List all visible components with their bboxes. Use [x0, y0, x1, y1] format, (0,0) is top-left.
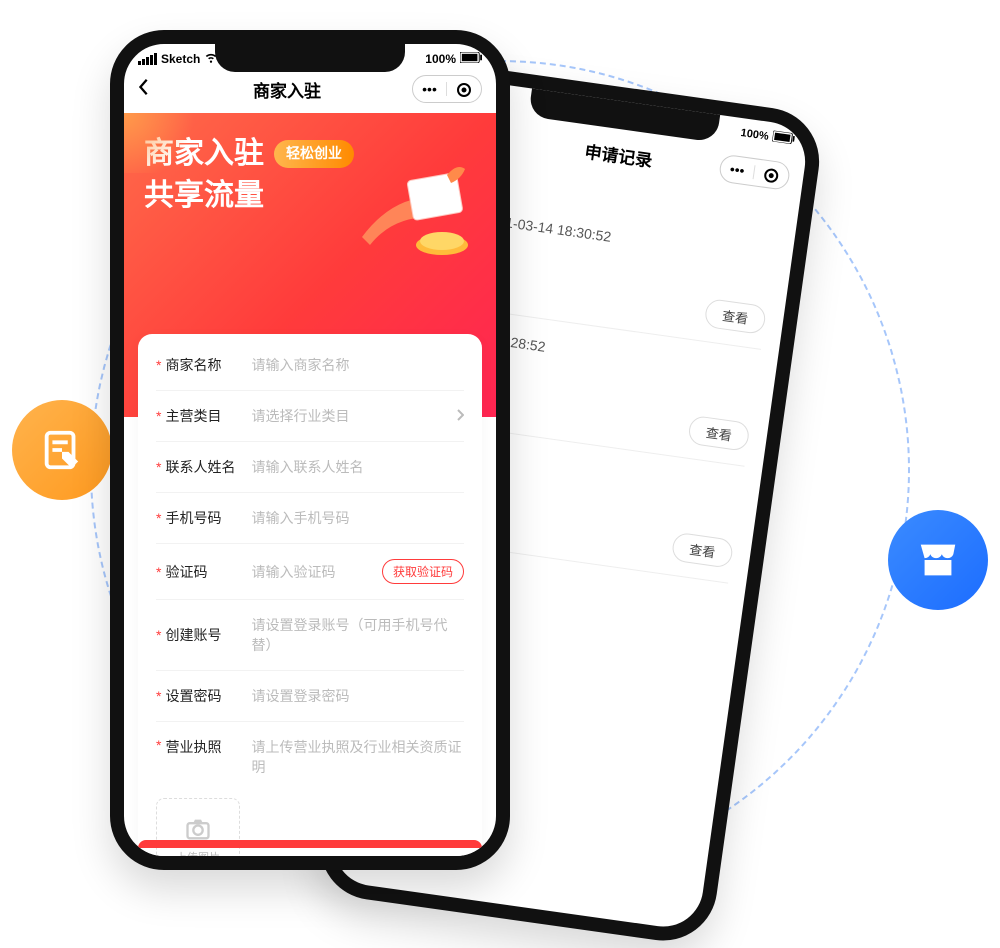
chevron-right-icon	[456, 408, 464, 424]
field-label: 验证码	[165, 562, 251, 582]
field-label: 创建账号	[165, 625, 251, 645]
field-contact-name[interactable]: * 联系人姓名 请输入联系人姓名	[156, 442, 464, 493]
field-password[interactable]: * 设置密码 请设置登录密码	[156, 671, 464, 722]
close-target-icon[interactable]	[447, 81, 481, 96]
required-mark: *	[156, 408, 161, 424]
field-verification-code[interactable]: * 验证码 请输入验证码 获取验证码	[156, 544, 464, 600]
required-mark: *	[156, 627, 161, 643]
mini-program-capsule[interactable]: •••	[412, 75, 482, 103]
field-placeholder[interactable]: 请选择行业类目	[251, 406, 456, 426]
page-title: 商家入驻	[162, 77, 412, 102]
field-placeholder[interactable]: 请输入手机号码	[251, 508, 464, 528]
field-placeholder[interactable]: 请输入联系人姓名	[251, 457, 464, 477]
store-badge-icon	[888, 510, 988, 610]
required-mark: *	[156, 459, 161, 475]
phone-frame-register: Sketch 100% 商家入驻 ••• 商家入驻 轻松创业 共享流量	[110, 30, 510, 870]
signal-icon	[138, 53, 157, 65]
field-account[interactable]: * 创建账号 请设置登录账号（可用手机号代替）	[156, 600, 464, 671]
battery-label: 100%	[425, 52, 456, 66]
more-icon[interactable]: •••	[413, 82, 447, 96]
field-placeholder[interactable]: 请输入商家名称	[251, 355, 464, 375]
nav-bar: 商家入驻 •••	[124, 69, 496, 113]
required-mark: *	[156, 737, 161, 753]
get-code-button[interactable]: 获取验证码	[382, 559, 464, 584]
hero-title-line2: 共享流量	[144, 175, 264, 217]
field-label: 商家名称	[165, 355, 251, 375]
edit-badge-icon	[12, 400, 112, 500]
field-label: 联系人姓名	[165, 457, 251, 477]
back-button[interactable]	[138, 78, 162, 100]
decorative-gradient	[124, 113, 204, 173]
battery-icon	[772, 130, 796, 147]
carrier-label: Sketch	[161, 52, 200, 66]
notch	[215, 42, 405, 72]
hero-pill: 轻松创业	[274, 140, 354, 168]
required-mark: *	[156, 688, 161, 704]
field-license: * 营业执照 请上传营业执照及行业相关资质证明	[156, 722, 464, 792]
view-button[interactable]: 查看	[704, 298, 767, 335]
close-target-icon[interactable]	[753, 165, 789, 185]
field-placeholder[interactable]: 请设置登录账号（可用手机号代替）	[251, 615, 464, 655]
required-mark: *	[156, 357, 161, 373]
camera-icon	[184, 815, 212, 843]
field-label: 设置密码	[165, 686, 251, 706]
view-button[interactable]: 查看	[671, 532, 734, 569]
field-placeholder: 请上传营业执照及行业相关资质证明	[251, 737, 464, 777]
upload-image-button[interactable]: 上传图片	[156, 798, 240, 870]
more-icon[interactable]: •••	[720, 161, 756, 180]
register-form: * 商家名称 请输入商家名称 * 主营类目 请选择行业类目 * 联系人姓名 请输…	[138, 334, 482, 870]
upload-label: 上传图片	[176, 849, 220, 865]
field-placeholder[interactable]: 请输入验证码	[251, 562, 382, 582]
field-label: 营业执照	[165, 737, 251, 757]
view-button[interactable]: 查看	[687, 415, 750, 452]
field-merchant-name[interactable]: * 商家名称 请输入商家名称	[156, 340, 464, 391]
battery-icon	[460, 52, 482, 66]
field-label: 主营类目	[165, 406, 251, 426]
required-mark: *	[156, 510, 161, 526]
field-category[interactable]: * 主营类目 请选择行业类目	[156, 391, 464, 442]
required-mark: *	[156, 564, 161, 580]
field-placeholder[interactable]: 请设置登录密码	[251, 686, 464, 706]
submit-button[interactable]	[138, 840, 482, 848]
field-label: 手机号码	[165, 508, 251, 528]
field-phone[interactable]: * 手机号码 请输入手机号码	[156, 493, 464, 544]
hero-illustration	[352, 157, 482, 257]
battery-label: 100%	[740, 127, 770, 143]
